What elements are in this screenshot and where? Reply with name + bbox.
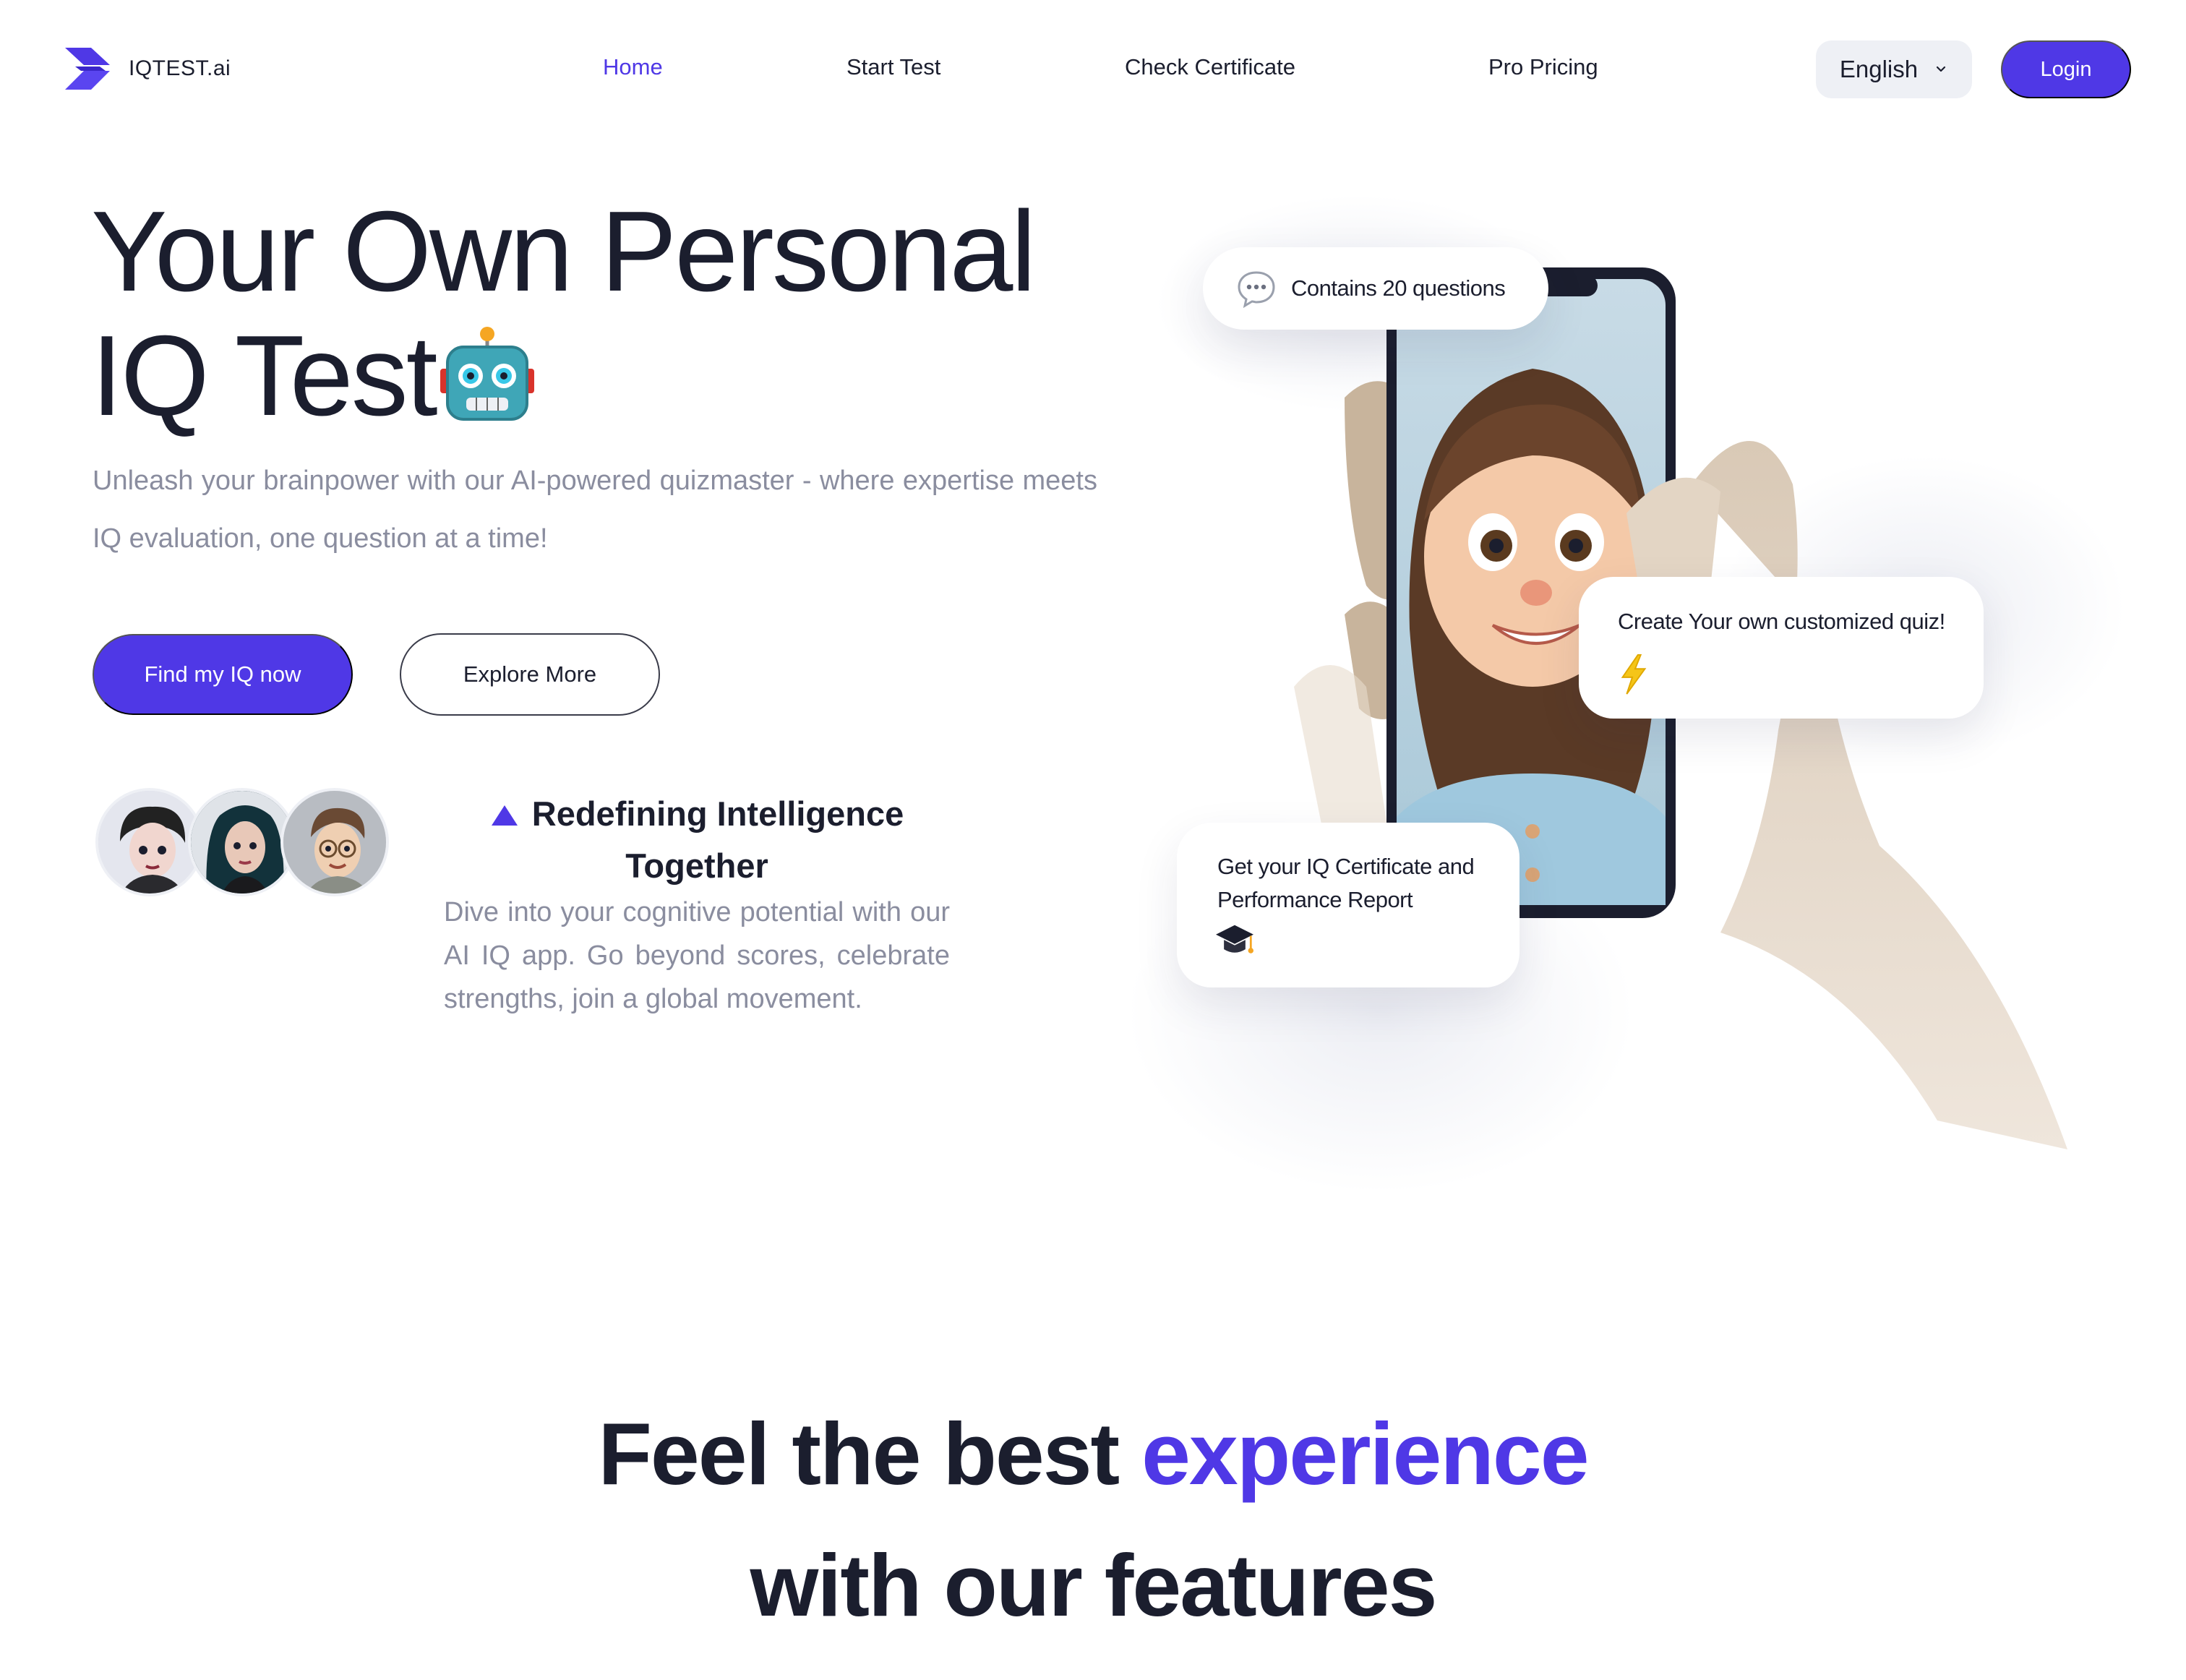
custom-quiz-text: Create Your own customized quiz!: [1618, 609, 1945, 634]
explore-more-button[interactable]: Explore More: [400, 633, 660, 716]
hero-title: Your Own Personal IQ Test: [91, 188, 1036, 438]
triangle-icon: [491, 805, 518, 826]
find-my-iq-button[interactable]: Find my IQ now: [93, 634, 353, 715]
nav-link-home[interactable]: Home: [603, 54, 663, 80]
hero-title-line-1: Your Own Personal: [91, 188, 1036, 315]
features-heading-accent: experience: [1141, 1405, 1590, 1503]
redefining-text: Dive into your cognitive potential with …: [444, 897, 950, 1014]
avatar: [280, 788, 389, 896]
chat-bubble-icon: [1238, 271, 1275, 309]
login-button[interactable]: Login: [2001, 40, 2131, 98]
top-navigation: IQTEST.ai Home Start Test Check Certific…: [0, 0, 2186, 137]
hero-title-line-2: IQ Test: [91, 314, 1034, 438]
nav-link-start-test[interactable]: Start Test: [846, 54, 940, 80]
questions-badge: Contains 20 questions: [1203, 247, 1548, 330]
features-heading: Feel the best experience with our featur…: [0, 1388, 2186, 1651]
redefining-title-text: Redefining Intelligence Together: [531, 794, 904, 885]
redefining-title: Redefining Intelligence Together: [444, 788, 950, 892]
certificate-card: Get your IQ Certificate and Performance …: [1177, 823, 1520, 987]
nav-link-pro-pricing[interactable]: Pro Pricing: [1488, 54, 1598, 80]
lightning-icon: [1621, 653, 1647, 695]
language-selector[interactable]: English: [1816, 40, 1972, 98]
certificate-text: Get your IQ Certificate and Performance …: [1217, 854, 1475, 912]
logo-icon: [65, 48, 110, 90]
avatar-group: [95, 788, 399, 904]
questions-badge-text: Contains 20 questions: [1291, 275, 1506, 301]
brand-name: IQTEST.ai: [129, 56, 231, 80]
hero-illustration: Contains 20 questions Create Your own cu…: [1128, 181, 2169, 1193]
nav-link-check-certificate[interactable]: Check Certificate: [1125, 54, 1295, 80]
robot-icon: [440, 327, 534, 421]
custom-quiz-card: Create Your own customized quiz!: [1579, 577, 1984, 719]
hero-subtitle: Unleash your brainpower with our AI-powe…: [93, 466, 1097, 554]
features-heading-part-2: with our features: [750, 1536, 1438, 1634]
hero-title-text: IQ Test: [91, 312, 438, 440]
graduation-cap-icon: [1216, 925, 1253, 953]
brand-logo[interactable]: IQTEST.ai: [62, 43, 231, 94]
features-heading-part-1: Feel the best: [598, 1405, 1142, 1503]
chevron-down-icon: [1937, 66, 1946, 72]
language-label: English: [1839, 56, 1919, 82]
